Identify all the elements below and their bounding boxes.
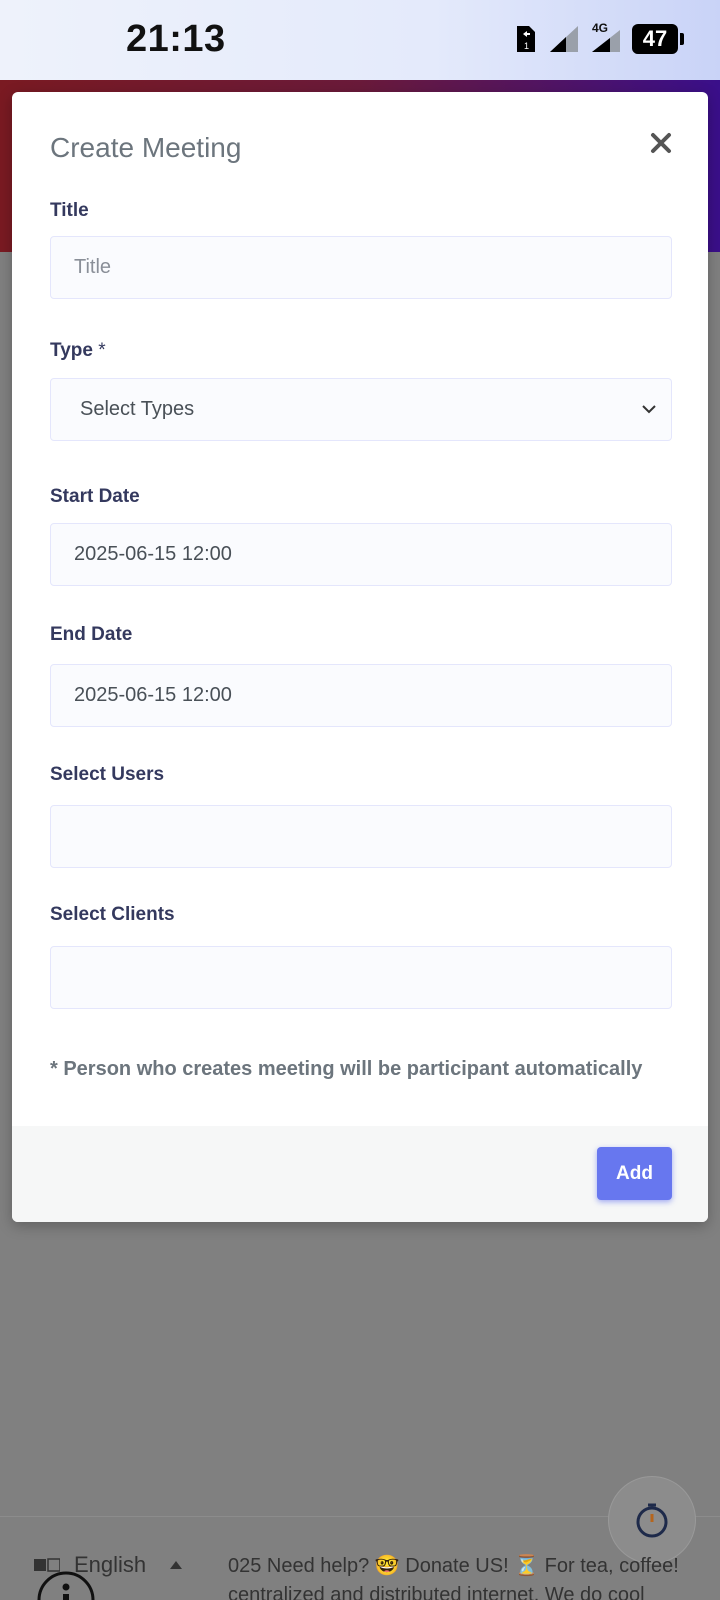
select-clients-input[interactable] <box>50 946 672 1009</box>
title-label: Title <box>50 200 89 221</box>
battery-level: 47 <box>642 26 668 51</box>
start-date-input[interactable]: 2025-06-15 12:00 <box>50 523 672 586</box>
caret-up-icon <box>170 1561 183 1569</box>
status-icons: 1 4G 47 <box>514 21 684 54</box>
start-date-value: 2025-06-15 12:00 <box>74 543 232 565</box>
end-date-label: End Date <box>50 624 133 645</box>
select-users-input[interactable] <box>50 805 672 868</box>
select-clients-label: Select Clients <box>50 904 175 925</box>
status-time: 21:13 <box>126 18 226 60</box>
info-icon[interactable] <box>36 1570 96 1600</box>
modal-title: Create Meeting <box>50 132 242 163</box>
battery-icon: 47 <box>632 24 684 54</box>
marquee-line-2: centralized and distributed internet. We… <box>228 1584 645 1600</box>
end-date-input[interactable]: 2025-06-15 12:00 <box>50 664 672 727</box>
type-label-text: Type <box>50 340 93 361</box>
svg-text:1: 1 <box>524 41 529 51</box>
stopwatch-icon <box>636 1503 668 1538</box>
create-meeting-modal: Create Meeting Title Title Type * Select… <box>12 92 708 1222</box>
network-label: 4G <box>592 21 609 35</box>
sim-swap-icon: 1 <box>517 26 535 52</box>
signal-4g-icon: 4G <box>590 21 622 54</box>
type-selected: Select Types <box>80 398 195 420</box>
select-users-label: Select Users <box>50 764 165 785</box>
required-mark: * <box>98 340 106 361</box>
modal-footer: Add <box>12 1126 708 1222</box>
type-label: Type * <box>50 340 106 362</box>
end-date-value: 2025-06-15 12:00 <box>74 684 232 706</box>
chevron-down-icon <box>642 405 656 414</box>
participant-note: * Person who creates meeting will be par… <box>50 1058 643 1080</box>
type-select[interactable]: Select Types <box>50 378 672 441</box>
start-date-label: Start Date <box>50 486 140 507</box>
title-placeholder: Title <box>74 256 112 278</box>
marquee-line-1: 025 Need help? 🤓 Donate US! ⏳ For tea, c… <box>228 1555 679 1577</box>
title-input[interactable]: Title <box>50 236 672 299</box>
status-bar: 21:13 1 4G 47 <box>0 0 720 80</box>
signal-icon <box>550 26 578 52</box>
timer-button[interactable] <box>608 1476 696 1564</box>
donation-marquee: 025 Need help? 🤓 Donate US! ⏳ For tea, c… <box>228 1552 720 1600</box>
close-icon[interactable] <box>648 130 674 156</box>
add-button[interactable]: Add <box>597 1147 672 1200</box>
